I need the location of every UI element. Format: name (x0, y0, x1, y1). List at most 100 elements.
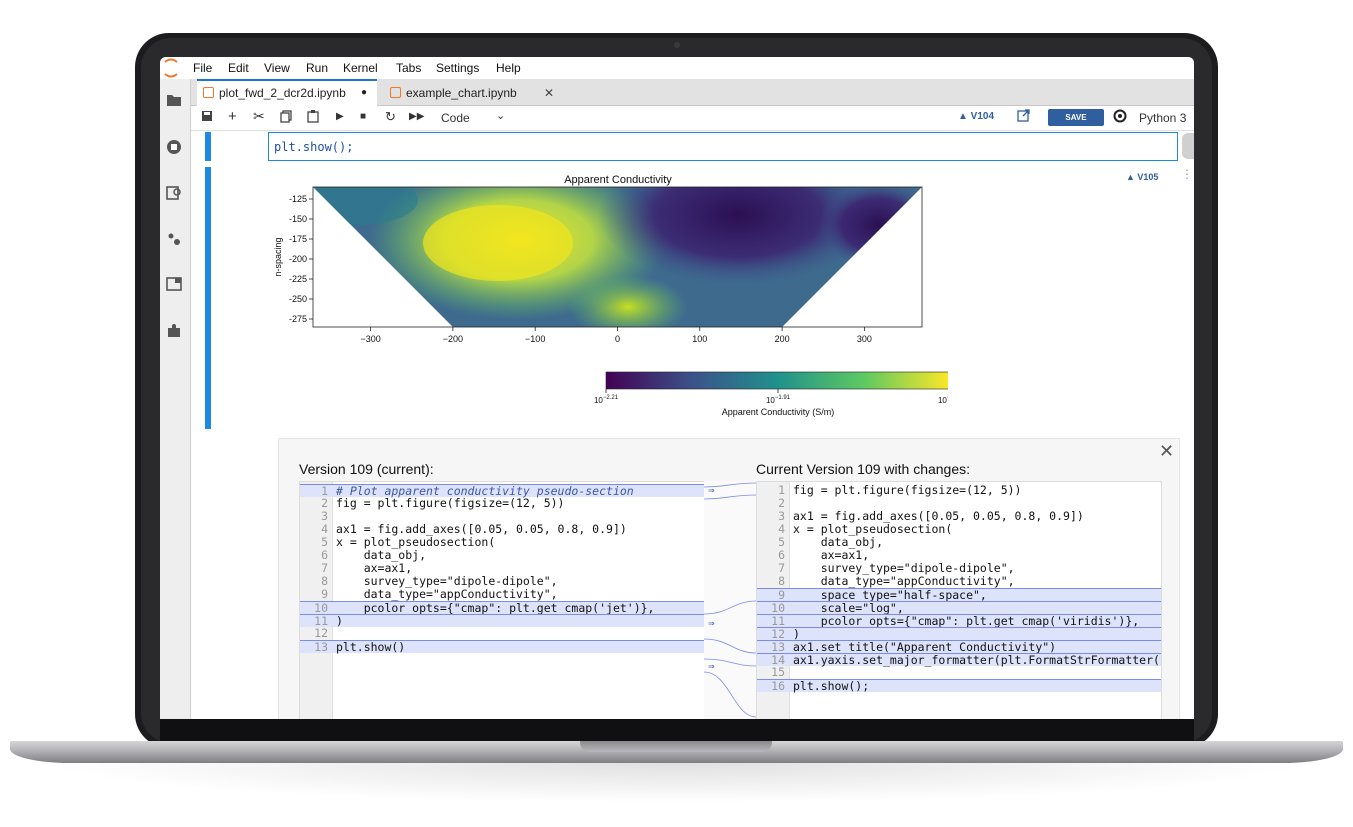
diff-right-editor[interactable]: 1 fig = plt.figure(figsize=(12, 5)) 2 3 ax1 … (756, 481, 1162, 719)
x-tick-label: −200 (443, 334, 463, 344)
x-tick-label: −300 (360, 334, 380, 344)
code-text: data_type="appConductivity", (793, 574, 1015, 588)
laptop-shadow (40, 763, 1313, 803)
code-cell[interactable]: plt.show(); (268, 132, 1178, 161)
x-tick-label: 200 (775, 334, 790, 344)
y-tick-label: -150 (289, 214, 307, 224)
jupyter-logo-icon (162, 57, 180, 79)
code-line[interactable]: 10 scale="log", (757, 601, 1161, 615)
x-tick-label: −100 (525, 334, 545, 344)
output-prompt-bar[interactable] (205, 167, 211, 429)
code-text: fig = plt.figure(figsize=(12, 5)) (336, 496, 565, 510)
running-stop-icon[interactable] (165, 139, 183, 157)
add-cell-icon[interactable]: + (228, 108, 237, 125)
code-text: fig = plt.figure(figsize=(12, 5)) (793, 483, 1022, 497)
code-line[interactable]: 2 fig = plt.figure(figsize=(12, 5)) (300, 497, 705, 510)
heatmap-area (313, 187, 922, 327)
notebook-icon (203, 87, 214, 98)
code-line[interactable]: 11 pcolor_opts={"cmap": plt.get_cmap('vi… (757, 614, 1161, 628)
code-line[interactable]: 10 pcolor_opts={"cmap": plt.get_cmap('je… (300, 601, 705, 615)
menu-run[interactable]: Run (306, 61, 328, 75)
code-text: plt.show() (336, 640, 406, 654)
menu-view[interactable]: View (264, 61, 290, 75)
camera-icon (674, 42, 680, 48)
version-badge[interactable]: ▲ V104 (958, 111, 994, 122)
code-line[interactable]: 9 data_type="appConductivity", (300, 588, 705, 601)
code-line[interactable]: 15 (757, 666, 1161, 679)
y-tick-label: -225 (289, 274, 307, 284)
paste-icon[interactable] (307, 110, 319, 126)
tab-plot-fwd[interactable]: plot_fwd_2_dcr2d.ipynb ● (197, 79, 377, 107)
screen: File Edit View Run Kernel Tabs Settings … (160, 57, 1194, 719)
close-diff-icon[interactable]: ✕ (1159, 441, 1174, 462)
more-options-icon[interactable]: ⋮ (1181, 167, 1193, 181)
stop-icon[interactable]: ■ (360, 111, 366, 122)
menu-file[interactable]: File (193, 61, 212, 75)
chart-title: Apparent Conductivity (564, 174, 672, 186)
extension-puzzle-icon[interactable] (165, 323, 183, 341)
line-number: 13 (314, 640, 328, 654)
cell-type-select[interactable]: Code (441, 111, 470, 125)
code-line[interactable]: 8 data_type="appConductivity", (757, 575, 1161, 588)
merge-arrow-icon[interactable]: ⇒ (708, 486, 715, 495)
line-number: 16 (771, 679, 785, 693)
code-line[interactable]: 14 ax1.yaxis.set_major_formatter(plt.Form… (757, 653, 1161, 667)
conductivity-chart: Apparent Conductivity −300 −200 −100 0 100 20… (273, 174, 948, 417)
colorbar (605, 371, 948, 390)
y-tick-label: -175 (289, 234, 307, 244)
output-version-badge[interactable]: ▲ V105 (1126, 172, 1158, 182)
menu-settings[interactable]: Settings (436, 61, 479, 75)
line-number: 12 (314, 626, 328, 640)
menu-kernel[interactable]: Kernel (343, 61, 378, 75)
cut-icon[interactable]: ✂ (253, 108, 265, 125)
run-icon[interactable]: ▶ (336, 111, 344, 122)
code-line[interactable]: 1 fig = plt.figure(figsize=(12, 5)) (757, 484, 1161, 497)
colorbar-ticks: 10−2.21 10−1.91 10−1.61 (594, 389, 948, 405)
colorbar-label: Apparent Conductivity (S/m) (722, 407, 835, 417)
code-line[interactable]: 13 plt.show() (300, 640, 705, 654)
y-tick-label: -250 (289, 294, 307, 304)
kernel-name[interactable]: Python 3 (1139, 111, 1186, 125)
diff-left-editor[interactable]: 1 # Plot apparent conductivity pseudo-sec… (299, 481, 706, 719)
git-settings-icon[interactable] (165, 231, 183, 249)
restart-icon[interactable]: ↻ (385, 109, 396, 125)
y-tick-label: -200 (289, 254, 307, 264)
diff-connector: ⇒ ⇒ ⇒ (704, 481, 756, 719)
right-panel-toggle[interactable] (1182, 133, 1194, 159)
property-inspector-icon[interactable] (165, 185, 183, 203)
close-icon[interactable]: ✕ (544, 81, 554, 105)
fast-forward-icon[interactable]: ▶▶ (409, 111, 424, 122)
external-link-icon[interactable] (1017, 109, 1030, 125)
code-line[interactable]: 13 ax1.set_title("Apparent Conductivity") (757, 640, 1161, 654)
code-line[interactable]: 16 plt.show(); (757, 679, 1161, 693)
code-cell-text: plt.show(); (274, 140, 354, 154)
save-icon[interactable] (201, 110, 213, 125)
code-line[interactable]: 9 space_type="half-space", (757, 588, 1161, 602)
chevron-down-icon[interactable]: ⌄ (496, 109, 505, 122)
tab-example-chart[interactable]: example_chart.ipynb ✕ (384, 81, 566, 105)
y-axis-label: n-spacing (273, 237, 283, 276)
menu-tabs[interactable]: Tabs (396, 61, 421, 75)
code-line[interactable]: 12) (757, 627, 1161, 641)
folder-icon[interactable] (165, 93, 183, 111)
copy-icon[interactable] (280, 110, 292, 126)
merge-arrow-icon[interactable]: ⇒ (708, 662, 715, 671)
kernel-activity-icon (1113, 109, 1127, 126)
line-number: 15 (771, 665, 785, 679)
menu-help[interactable]: Help (496, 61, 521, 75)
tabs-icon[interactable] (165, 277, 183, 295)
code-line[interactable]: 11) (300, 614, 705, 628)
laptop-notch (580, 741, 772, 752)
laptop-bezel-bottom (160, 719, 1194, 743)
merge-arrow-icon[interactable]: ⇒ (708, 619, 715, 628)
unsaved-dot-icon[interactable]: ● (361, 81, 367, 105)
tab-label: example_chart.ipynb (406, 86, 517, 100)
menu-edit[interactable]: Edit (228, 61, 249, 75)
code-line[interactable]: 12 (300, 627, 705, 640)
save-button[interactable]: SAVE (1048, 109, 1104, 126)
x-tick-label: 300 (857, 334, 872, 344)
cell-prompt-bar[interactable] (205, 132, 211, 161)
x-tick-label: 0 (615, 334, 620, 344)
x-tick-label: 100 (692, 334, 707, 344)
menu-bar: File Edit View Run Kernel Tabs Settings … (160, 57, 1194, 79)
